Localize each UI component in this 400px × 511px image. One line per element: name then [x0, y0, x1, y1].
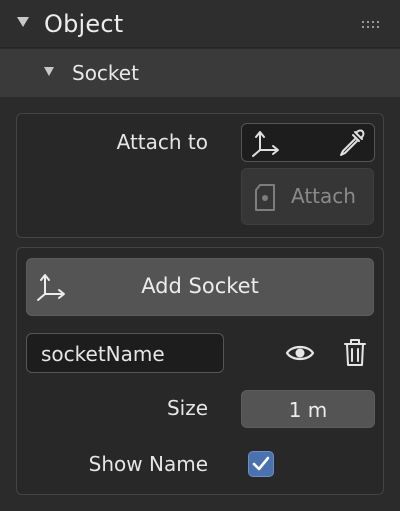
drag-grip-icon[interactable] — [362, 20, 382, 30]
checkmark-icon — [252, 456, 270, 471]
subpanel-title: Socket — [72, 61, 139, 85]
show-name-checkbox[interactable] — [248, 451, 274, 477]
add-socket-button[interactable]: Add Socket — [26, 258, 374, 316]
size-value: 1 m — [288, 398, 328, 422]
attach-target-field[interactable] — [241, 123, 375, 162]
panel-header-object[interactable]: Object — [0, 0, 400, 48]
size-field[interactable]: 1 m — [241, 390, 375, 428]
socket-name-value: socketName — [41, 342, 165, 366]
empty-axes-icon — [252, 131, 279, 157]
collapse-triangle-icon[interactable] — [17, 17, 29, 27]
show-name-label: Show Name — [88, 452, 208, 476]
attach-button-label: Attach — [291, 184, 356, 208]
trash-icon[interactable] — [342, 337, 368, 369]
attach-button[interactable]: Attach — [241, 168, 374, 225]
attach-to-label: Attach to — [116, 130, 208, 154]
subpanel-header-socket[interactable]: Socket — [0, 49, 400, 97]
panel-title: Object — [44, 10, 124, 38]
socket-name-field[interactable]: socketName — [26, 333, 224, 373]
eye-icon[interactable] — [285, 339, 315, 367]
socket-attach-icon — [255, 184, 275, 211]
add-socket-label: Add Socket — [141, 274, 259, 298]
size-label: Size — [166, 396, 208, 420]
collapse-triangle-icon[interactable] — [44, 67, 54, 76]
eyedropper-icon[interactable] — [336, 128, 366, 158]
